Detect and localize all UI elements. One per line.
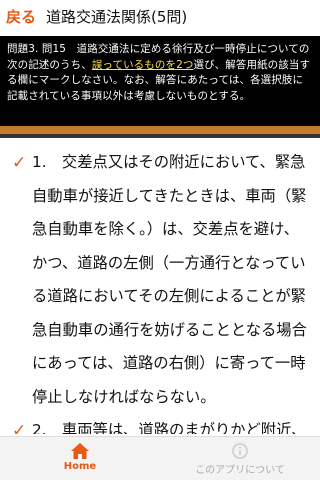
tab-about[interactable]: このアプリについて — [160, 437, 320, 480]
back-button[interactable]: 戻る — [6, 6, 36, 27]
choices-list[interactable]: ✓ 1. 交差点又はその附近において、緊急自動車が接近してきたときは、車両（緊急… — [0, 138, 320, 434]
bottom-tab-bar: Home このアプリについて — [0, 436, 320, 480]
tab-home-label: Home — [63, 461, 97, 472]
header-bar: 戻る 道路交通法関係(5問) — [0, 0, 320, 34]
checkmark-icon: ✓ — [12, 153, 27, 173]
question-panel: 問題3. 問15 道路交通法に定める徐行及び一時停止についての次の記述のうち、誤… — [0, 36, 320, 126]
home-icon — [71, 443, 89, 459]
choice-text-1: 1. 交差点又はその附近において、緊急自動車が接近してきたときは、車両（緊急自動… — [32, 146, 310, 414]
choice-number: 1. — [32, 153, 47, 171]
tab-about-label: このアプリについて — [195, 465, 285, 476]
checkmark-icon: ✓ — [12, 421, 27, 434]
choice-text-2: 2. 車両等は、道路のまがりかど附近、 — [32, 414, 307, 434]
page-title: 道路交通法関係(5問) — [46, 8, 188, 26]
question-highlight: 誤っているものを2つ — [91, 58, 194, 71]
tab-home[interactable]: Home — [0, 437, 160, 480]
choice-number: 2. — [32, 421, 47, 434]
progress-bar — [0, 126, 320, 134]
info-icon — [232, 443, 248, 459]
question-text: 問題3. 問15 道路交通法に定める徐行及び一時停止についての次の記述のうち、誤… — [7, 42, 313, 104]
choice-body: 車両等は、道路のまがりかど附近、 — [61, 421, 307, 434]
choice-item-2[interactable]: ✓ 2. 車両等は、道路のまがりかど附近、 — [0, 414, 320, 434]
choice-body: 交差点又はその附近において、緊急自動車が接近してきたときは、車両（緊急自動車を除… — [32, 153, 307, 406]
choice-item-1[interactable]: ✓ 1. 交差点又はその附近において、緊急自動車が接近してきたときは、車両（緊急… — [0, 138, 320, 414]
